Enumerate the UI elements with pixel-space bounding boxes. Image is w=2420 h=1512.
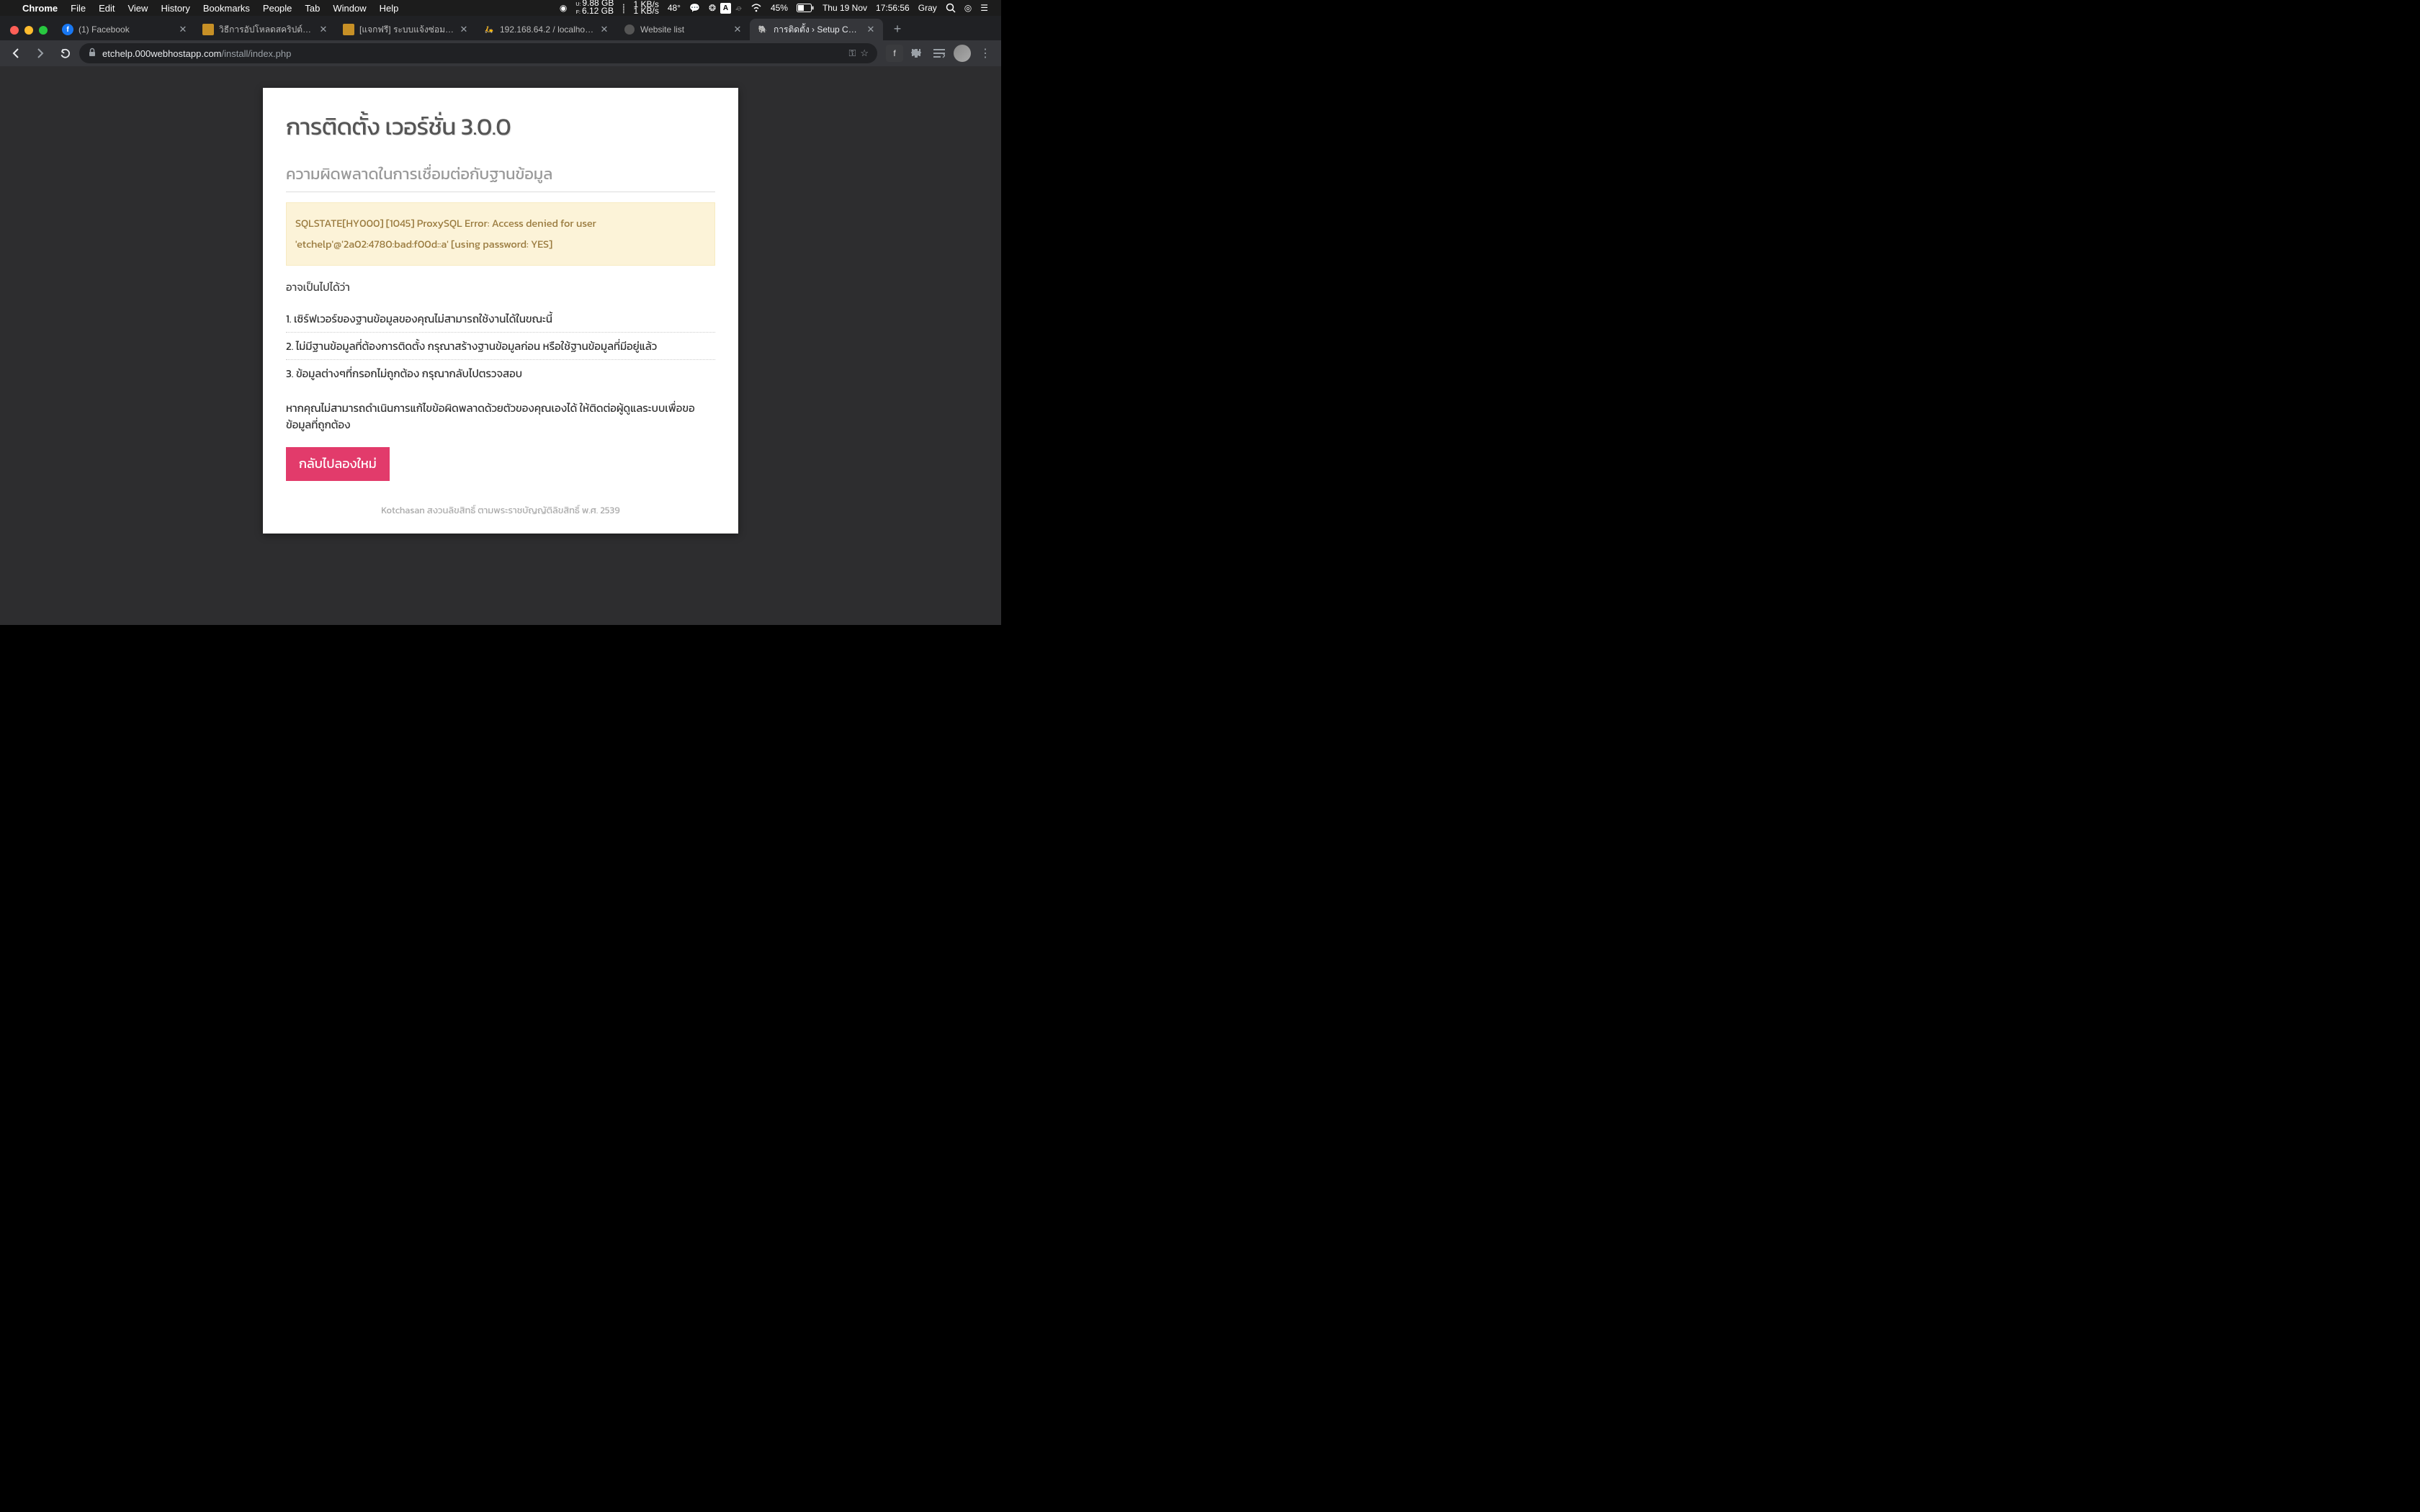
divider-icon: ⸽ bbox=[618, 2, 629, 14]
app-menu[interactable]: Chrome bbox=[16, 3, 64, 14]
menu-history[interactable]: History bbox=[154, 3, 196, 14]
extensions-puzzle-icon[interactable] bbox=[906, 43, 926, 63]
input-source-icon[interactable]: A bbox=[720, 3, 731, 14]
reload-button[interactable] bbox=[55, 43, 75, 63]
chrome-tabstrip: f (1) Facebook ✕ วิธีการอัปโหลดสคริปต์แล… bbox=[0, 16, 1001, 40]
menu-tab[interactable]: Tab bbox=[298, 3, 326, 14]
password-key-icon[interactable]: ⚿ bbox=[848, 48, 856, 59]
footer-text: Kotchasan สงวนลิขสิทธิ์ ตามพระราชบัญญัติ… bbox=[286, 504, 715, 518]
elephant-icon: 🐘 bbox=[757, 24, 768, 35]
menu-edit[interactable]: Edit bbox=[92, 3, 121, 14]
tab-close-button[interactable]: ✕ bbox=[178, 24, 188, 35]
tab-title: วิธีการอัปโหลดสคริปต์และการติดตั้ง bbox=[219, 23, 313, 37]
menu-window[interactable]: Window bbox=[326, 3, 372, 14]
tab-title: 192.168.64.2 / localhost / etch bbox=[500, 24, 594, 35]
reasons-list: เซิร์ฟเวอร์ของฐานข้อมูลของคุณไม่สามารถใช… bbox=[286, 305, 715, 387]
line-icon[interactable]: 💬 bbox=[685, 3, 704, 13]
intro-text: อาจเป็นไปได้ว่า bbox=[286, 279, 715, 295]
siri-icon[interactable]: ◎ bbox=[960, 3, 976, 13]
window-controls bbox=[6, 26, 55, 40]
tab-title: (1) Facebook bbox=[79, 24, 173, 35]
reading-list-icon[interactable] bbox=[929, 43, 949, 63]
tab-close-button[interactable]: ✕ bbox=[866, 24, 876, 35]
tab-close-button[interactable]: ✕ bbox=[318, 24, 328, 35]
cloud-icon[interactable]: ❂ bbox=[704, 3, 720, 13]
battery-icon[interactable] bbox=[792, 4, 818, 12]
tab-close-button[interactable]: ✕ bbox=[732, 24, 743, 35]
time[interactable]: 17:56:56 bbox=[871, 3, 914, 13]
tab-phpmyadmin[interactable]: 🛵 192.168.64.2 / localhost / etch ✕ bbox=[476, 19, 617, 40]
window-close-button[interactable] bbox=[10, 26, 19, 35]
error-heading: ความผิดพลาดในการเชื่อมต่อกับฐานข้อมูล bbox=[286, 162, 715, 192]
tab-upload-guide[interactable]: วิธีการอัปโหลดสคริปต์และการติดตั้ง ✕ bbox=[195, 19, 336, 40]
tab-title: Website list bbox=[640, 24, 727, 35]
reason-item: ข้อมูลต่างๆที่กรอกไม่ถูกต้อง กรุณากลับไป… bbox=[286, 360, 715, 387]
url-text: etchelp.000webhostapp.com/install/index.… bbox=[102, 48, 291, 59]
site-icon bbox=[343, 24, 354, 35]
spotlight-icon[interactable] bbox=[941, 3, 960, 13]
site-icon bbox=[202, 24, 214, 35]
phpmyadmin-icon: 🛵 bbox=[483, 24, 495, 35]
page-viewport: การติดตั้ง เวอร์ชั่น 3.0.0 ความผิดพลาดใน… bbox=[0, 66, 1001, 625]
facebook-icon: f bbox=[62, 24, 73, 35]
temperature-stat: 48° bbox=[663, 3, 685, 13]
chrome-toolbar: etchelp.000webhostapp.com/install/index.… bbox=[0, 40, 1001, 66]
globe-icon bbox=[624, 24, 635, 35]
tab-free-repair[interactable]: [แจกฟรี] ระบบแจ้งซ่อมออนไลน์ PH ✕ bbox=[336, 19, 476, 40]
date[interactable]: Thu 19 Nov bbox=[818, 3, 871, 13]
back-button[interactable] bbox=[6, 43, 26, 63]
tab-facebook[interactable]: f (1) Facebook ✕ bbox=[55, 19, 195, 40]
chrome-menu-button[interactable]: ⋮ bbox=[975, 43, 995, 63]
menu-people[interactable]: People bbox=[256, 3, 298, 14]
wifi-icon[interactable] bbox=[746, 4, 766, 12]
macos-menubar: Chrome File Edit View History Bookmarks … bbox=[0, 0, 1001, 16]
reason-item: ไม่มีฐานข้อมูลที่ต้องการติดตั้ง กรุณาสร้… bbox=[286, 333, 715, 360]
menu-bookmarks[interactable]: Bookmarks bbox=[197, 3, 256, 14]
control-center-icon[interactable]: ☰ bbox=[976, 3, 992, 13]
lock-icon[interactable] bbox=[88, 48, 97, 59]
status-icon[interactable]: ◉ bbox=[555, 3, 571, 13]
bluetooth-icon[interactable]: ⌮ bbox=[731, 3, 746, 14]
network-stat: 1 KB/s 1 KB/s bbox=[629, 1, 663, 14]
new-tab-button[interactable]: + bbox=[887, 19, 908, 39]
window-maximize-button[interactable] bbox=[39, 26, 48, 35]
tab-title: [แจกฟรี] ระบบแจ้งซ่อมออนไลน์ PH bbox=[359, 23, 454, 37]
extension-fb-icon[interactable]: f bbox=[886, 45, 903, 62]
memory-stat: U: 9.88 GB F: 6.12 GB bbox=[571, 0, 618, 16]
tab-title: การติดตั้ง › Setup Configuration bbox=[774, 23, 861, 37]
retry-button[interactable]: กลับไปลองใหม่ bbox=[286, 447, 390, 481]
tab-website-list[interactable]: Website list ✕ bbox=[617, 19, 750, 40]
error-message-box: SQLSTATE[HY000] [1045] ProxySQL Error: A… bbox=[286, 202, 715, 266]
user-name[interactable]: Gray bbox=[914, 3, 941, 13]
profile-avatar[interactable] bbox=[952, 43, 972, 63]
bookmark-star-icon[interactable]: ☆ bbox=[860, 48, 869, 59]
forward-button[interactable] bbox=[30, 43, 50, 63]
address-bar[interactable]: etchelp.000webhostapp.com/install/index.… bbox=[79, 43, 877, 63]
tab-close-button[interactable]: ✕ bbox=[599, 24, 609, 35]
tab-close-button[interactable]: ✕ bbox=[459, 24, 469, 35]
page-title: การติดตั้ง เวอร์ชั่น 3.0.0 bbox=[286, 109, 715, 145]
menu-help[interactable]: Help bbox=[373, 3, 405, 14]
menu-view[interactable]: View bbox=[121, 3, 154, 14]
contact-text: หากคุณไม่สามารถดำเนินการแก้ไขข้อผิดพลาดด… bbox=[286, 400, 715, 433]
menu-file[interactable]: File bbox=[64, 3, 92, 14]
install-card: การติดตั้ง เวอร์ชั่น 3.0.0 ความผิดพลาดใน… bbox=[263, 88, 738, 534]
tab-setup-config[interactable]: 🐘 การติดตั้ง › Setup Configuration ✕ bbox=[750, 19, 883, 40]
window-minimize-button[interactable] bbox=[24, 26, 33, 35]
reason-item: เซิร์ฟเวอร์ของฐานข้อมูลของคุณไม่สามารถใช… bbox=[286, 305, 715, 333]
battery-percent: 45% bbox=[766, 3, 792, 13]
